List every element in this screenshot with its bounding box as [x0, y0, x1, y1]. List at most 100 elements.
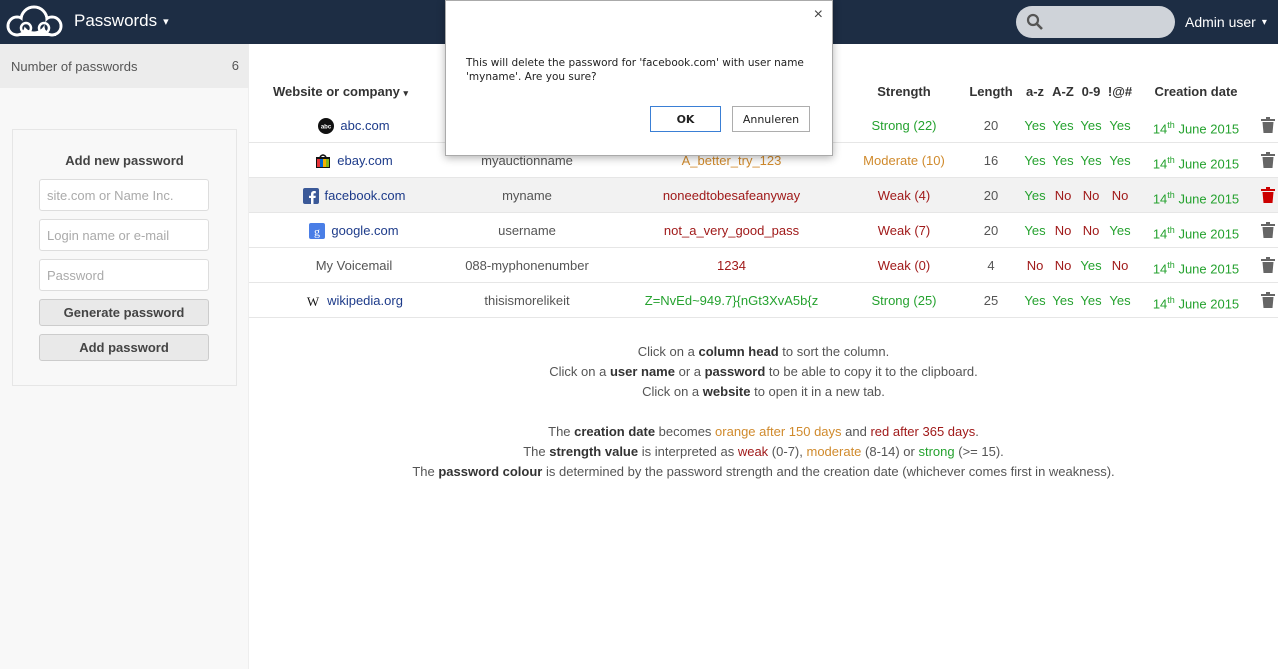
column-head-strength[interactable]: Strength — [859, 76, 949, 108]
digits-cell: Yes — [1080, 258, 1102, 273]
trash-icon[interactable] — [1261, 187, 1275, 203]
uppercase-cell: Yes — [1052, 153, 1074, 168]
strength-cell: Weak (4) — [877, 188, 931, 203]
date-day: 14 — [1152, 191, 1168, 207]
strength-cell: Strong (25) — [871, 293, 937, 308]
search-input[interactable] — [1016, 6, 1175, 38]
dialog-message: This will delete the password for 'faceb… — [466, 57, 804, 83]
confirm-delete-dialog: × This will delete the password for 'fac… — [445, 0, 833, 156]
website-cell[interactable]: abc abc.com — [249, 108, 459, 143]
table-row: Wwikipedia.org thisismorelikeit Z=NvEd~949… — [249, 283, 1278, 318]
website-label[interactable]: abc.com — [340, 108, 389, 143]
password-cell[interactable]: noneedtobesafeanyway — [624, 178, 839, 213]
creation-date-cell: 14th June 2015 — [1146, 143, 1246, 178]
digits-cell: Yes — [1080, 153, 1102, 168]
digits-cell: Yes — [1080, 293, 1102, 308]
generate-password-button[interactable]: Generate password — [39, 299, 209, 326]
app-menu-toggle[interactable]: Passwords ▾ — [74, 11, 169, 31]
facebook-icon — [302, 187, 319, 204]
strength-cell: Weak (7) — [877, 223, 931, 238]
date-day: 14 — [1152, 121, 1168, 137]
uppercase-cell: No — [1054, 188, 1072, 203]
help-line: The password colour is determined by the… — [412, 464, 1115, 479]
username-cell[interactable]: myname — [449, 178, 605, 213]
lowercase-cell: Yes — [1024, 188, 1046, 203]
date-month-year: June 2015 — [1178, 261, 1240, 277]
date-day: 14 — [1152, 156, 1168, 172]
date-month-year: June 2015 — [1178, 121, 1240, 137]
trash-icon[interactable] — [1261, 292, 1275, 308]
column-head-length[interactable]: Length — [964, 76, 1018, 108]
trash-icon[interactable] — [1261, 222, 1275, 238]
special-cell: No — [1111, 258, 1129, 273]
website-label: My Voicemail — [315, 258, 393, 273]
website-label[interactable]: google.com — [331, 213, 398, 248]
help-text: Click on a column head to sort the colum… — [249, 342, 1278, 482]
strength-cell: Moderate (10) — [863, 153, 945, 168]
table-row: facebook.com myname noneedtobesafeanyway We… — [249, 178, 1278, 213]
date-day: 14 — [1152, 296, 1168, 312]
special-cell: Yes — [1109, 223, 1131, 238]
password-count-value: 6 — [231, 58, 239, 73]
column-head-digits[interactable]: 0-9 — [1077, 76, 1105, 108]
username-cell[interactable]: username — [449, 213, 605, 248]
creation-date-cell: 14th June 2015 — [1146, 108, 1246, 143]
password-cell[interactable]: not_a_very_good_pass — [624, 213, 839, 248]
creation-date-cell: 14th June 2015 — [1146, 248, 1246, 283]
website-cell: My Voicemail — [249, 248, 459, 283]
cancel-button[interactable]: Annuleren — [732, 106, 810, 132]
date-suffix: th — [1167, 225, 1175, 235]
website-cell[interactable]: g google.com — [249, 213, 459, 248]
lowercase-cell: Yes — [1024, 153, 1046, 168]
close-icon[interactable]: × — [814, 6, 823, 24]
uppercase-cell: No — [1054, 258, 1072, 273]
password-cell[interactable]: Z=NvEd~949.7}{nGt3XvA5b{z — [624, 283, 839, 318]
password-cell[interactable]: 1234 — [624, 248, 839, 283]
password-count-label: Number of passwords — [11, 59, 138, 74]
help-line: Click on a user name or a password to be… — [549, 364, 978, 379]
trash-icon[interactable] — [1261, 257, 1275, 273]
date-month-year: June 2015 — [1178, 156, 1240, 172]
google-icon: g — [309, 222, 326, 239]
website-label[interactable]: ebay.com — [337, 143, 392, 178]
password-field[interactable] — [39, 259, 209, 291]
creation-date-cell: 14th June 2015 — [1146, 283, 1246, 318]
uppercase-cell: Yes — [1052, 118, 1074, 133]
column-head-uppercase[interactable]: A-Z — [1049, 76, 1077, 108]
column-head-lowercase[interactable]: a-z — [1021, 76, 1049, 108]
add-password-button[interactable]: Add password — [39, 334, 209, 361]
website-cell[interactable]: facebook.com — [249, 178, 459, 213]
date-suffix: th — [1167, 155, 1175, 165]
app-title: Passwords — [74, 11, 158, 30]
website-cell[interactable]: Wwikipedia.org — [249, 283, 459, 318]
column-head-creation-date[interactable]: Creation date — [1146, 76, 1246, 108]
username-cell[interactable]: 088-myphonenumber — [449, 248, 605, 283]
special-cell: Yes — [1109, 153, 1131, 168]
chevron-down-icon: ▾ — [403, 88, 409, 98]
search-icon — [1026, 13, 1043, 30]
add-password-title: Add new password — [65, 153, 184, 168]
trash-icon[interactable] — [1261, 117, 1275, 133]
date-suffix: th — [1167, 260, 1175, 270]
column-head-special[interactable]: !@# — [1105, 76, 1135, 108]
username-cell[interactable]: thisismorelikeit — [449, 283, 605, 318]
ok-button[interactable]: OK — [650, 106, 721, 132]
date-month-year: June 2015 — [1178, 191, 1240, 207]
column-head-website[interactable]: Website or company ▾ — [273, 76, 418, 108]
site-field[interactable] — [39, 179, 209, 211]
website-label[interactable]: facebook.com — [325, 178, 406, 213]
help-line: Click on a website to open it in a new t… — [642, 384, 885, 399]
date-month-year: June 2015 — [1178, 226, 1240, 242]
website-cell[interactable]: ebay.com — [249, 143, 459, 178]
login-field[interactable] — [39, 219, 209, 251]
uppercase-cell: No — [1054, 223, 1072, 238]
user-name: Admin user — [1185, 14, 1256, 30]
help-line: The creation date becomes orange after 1… — [548, 424, 979, 439]
user-menu[interactable]: Admin user ▾ — [1185, 14, 1267, 30]
svg-text:abc: abc — [321, 124, 332, 130]
special-cell: No — [1111, 188, 1129, 203]
digits-cell: No — [1082, 223, 1100, 238]
website-label[interactable]: wikipedia.org — [327, 283, 403, 318]
owncloud-logo-icon[interactable] — [4, 4, 66, 40]
trash-icon[interactable] — [1261, 152, 1275, 168]
